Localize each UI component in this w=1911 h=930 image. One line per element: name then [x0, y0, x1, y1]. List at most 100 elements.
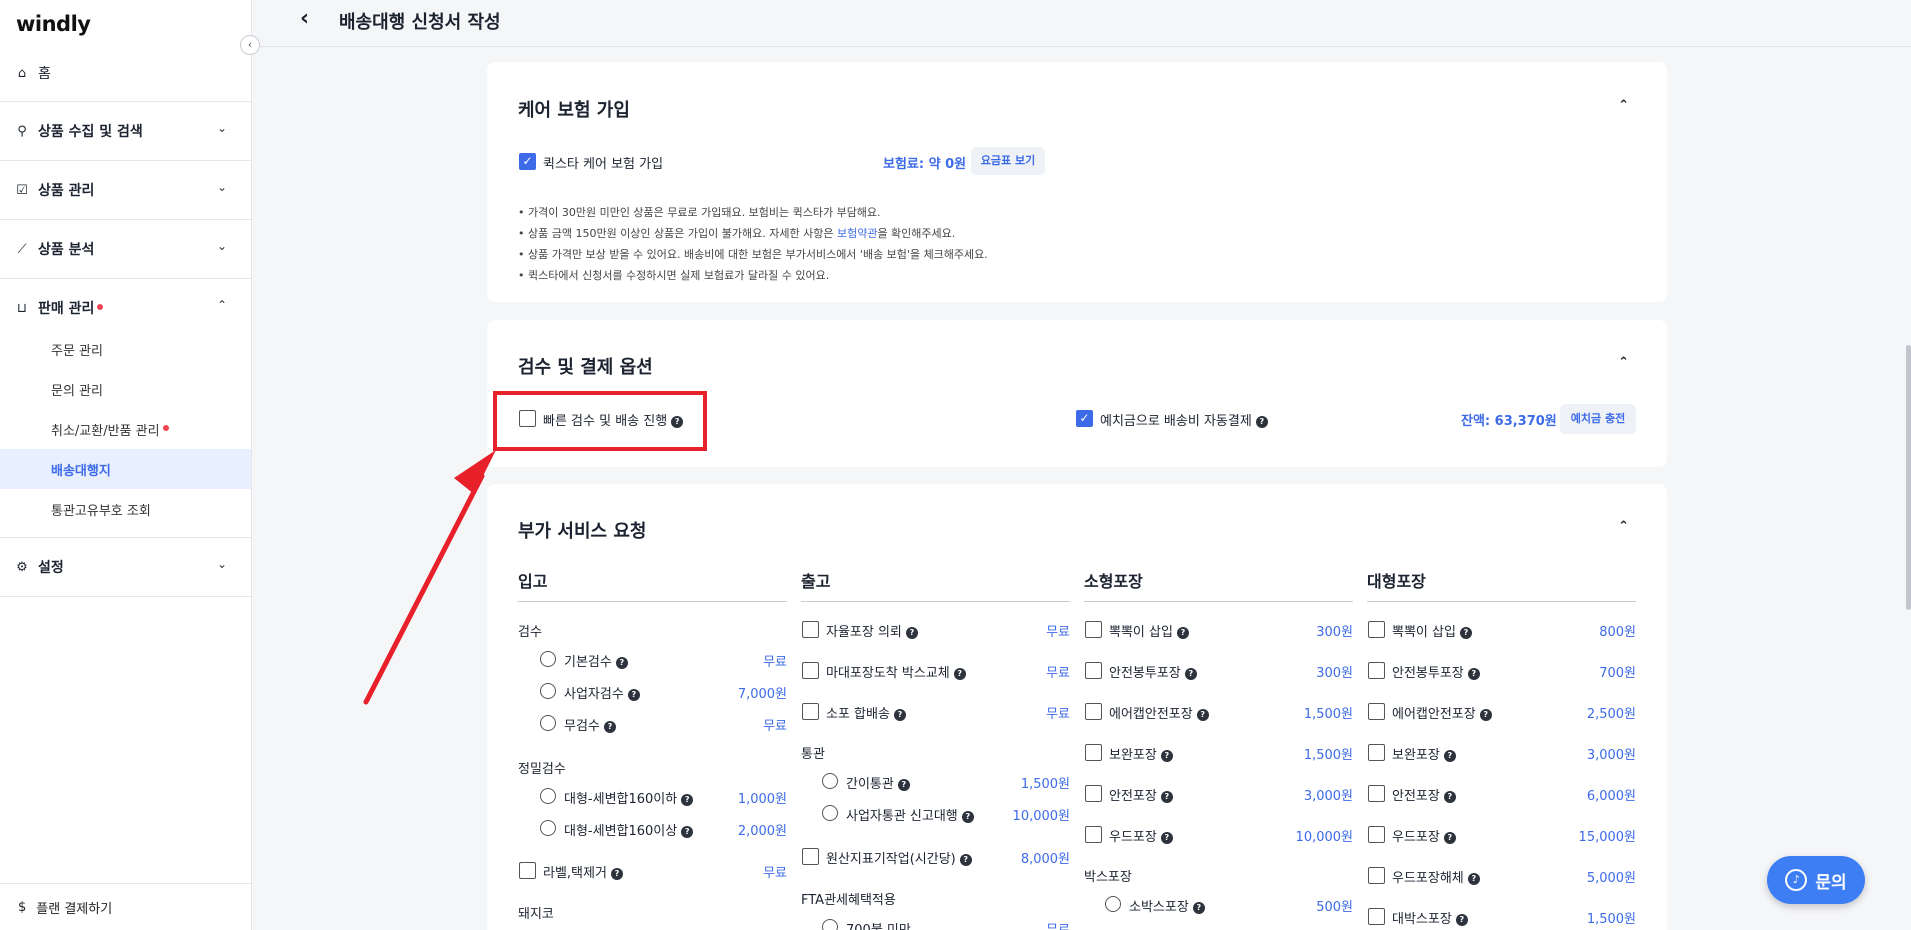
page-scrollbar[interactable]	[1906, 345, 1911, 610]
radio-basic-inspection[interactable]	[540, 651, 556, 667]
auto-pay-checkbox[interactable]: ✓	[1076, 410, 1093, 427]
checkbox-small-aircap[interactable]	[1085, 703, 1102, 720]
checkbox-large-aircap[interactable]	[1368, 703, 1385, 720]
option-text: 안전봉투포장	[1109, 666, 1181, 681]
help-icon[interactable]: ?	[1443, 831, 1456, 844]
radio-label: 기본검수?	[564, 651, 628, 670]
group-box-pack-label: 박스포장	[1084, 870, 1132, 885]
help-icon[interactable]: ?	[1160, 790, 1173, 803]
checkbox-small-reinforce[interactable]	[1085, 744, 1102, 761]
checkbox-box-replace[interactable]	[802, 662, 819, 679]
insurance-checkbox[interactable]: ✓	[519, 153, 536, 170]
option-price: 5,000원	[1586, 871, 1636, 886]
help-icon[interactable]: ?	[893, 708, 906, 721]
radio-small-box[interactable]	[1105, 896, 1121, 912]
insurance-terms-link[interactable]: 보험약관	[837, 227, 877, 240]
note-line: • 퀵스타에서 신청서를 수정하시면 실제 보험료가 달라질 수 있어요.	[518, 269, 830, 282]
sidebar-item-home[interactable]: ⌂ 홈	[0, 54, 251, 92]
sidebar-item-forwarding[interactable]: 배송대행지	[0, 449, 251, 489]
option-text: 기본검수	[564, 655, 612, 670]
radio-simple-customs[interactable]	[822, 773, 838, 789]
back-arrow-icon[interactable]: ‹	[300, 6, 309, 31]
checkbox-small-safe[interactable]	[1085, 785, 1102, 802]
checkbox-parcel-combine[interactable]	[802, 703, 819, 720]
checkbox-large-reinforce[interactable]	[1368, 744, 1385, 761]
help-icon[interactable]: ?	[1479, 708, 1492, 721]
help-icon[interactable]: ?	[1467, 667, 1480, 680]
radio-business-inspection[interactable]	[540, 683, 556, 699]
sidebar-item-label: 주문 관리	[51, 343, 103, 359]
help-icon[interactable]: ?	[1467, 872, 1480, 885]
checkbox-label-removal[interactable]	[519, 862, 536, 879]
option-price: 500원	[1316, 900, 1353, 915]
fee-table-button[interactable]: 요금표 보기	[971, 147, 1045, 175]
plan-payment-button[interactable]: $ 플랜 결제하기	[0, 883, 251, 930]
help-icon[interactable]: ?	[897, 778, 910, 791]
radio-no-inspection[interactable]	[540, 715, 556, 731]
checkbox-large-bubble[interactable]	[1368, 621, 1385, 638]
column-outbound-head: 출고	[801, 568, 1070, 602]
help-icon[interactable]: ?	[603, 720, 616, 733]
checkbox-small-wood[interactable]	[1085, 826, 1102, 843]
help-icon[interactable]: ?	[681, 825, 694, 838]
help-icon[interactable]: ?	[1255, 415, 1268, 428]
radio-business-customs[interactable]	[822, 805, 838, 821]
checkbox-label: 안전포장?	[1392, 785, 1456, 804]
collapse-sidebar-icon[interactable]: ‹	[240, 35, 260, 55]
help-icon[interactable]: ?	[1160, 831, 1173, 844]
chat-inquiry-button[interactable]: ♪ 문의	[1767, 856, 1865, 904]
help-icon[interactable]: ?	[1443, 790, 1456, 803]
checkbox-large-safe[interactable]	[1368, 785, 1385, 802]
option-text: 보완포장	[1109, 748, 1157, 763]
option-text: 보완포장	[1392, 748, 1440, 763]
checkbox-large-safe-envelope[interactable]	[1368, 662, 1385, 679]
help-icon[interactable]: ?	[1196, 708, 1209, 721]
help-icon[interactable]: ?	[681, 793, 694, 806]
page-header: ‹ 배송대행 신청서 작성	[252, 0, 1911, 47]
radio-large-under160[interactable]	[540, 788, 556, 804]
note-text: 을 확인해주세요.	[877, 227, 956, 240]
checkbox-small-bubble[interactable]	[1085, 621, 1102, 638]
sidebar-item-customs-code[interactable]: 통관고유부호 조회	[0, 489, 251, 529]
help-icon[interactable]: ?	[961, 810, 974, 823]
help-icon[interactable]: ?	[627, 688, 640, 701]
help-icon[interactable]: ?	[1443, 749, 1456, 762]
sidebar-item-inquiries[interactable]: 문의 관리	[0, 369, 251, 409]
sidebar-section-settings[interactable]: ⚙ 설정 ⌄	[0, 537, 251, 596]
sidebar-section-collect[interactable]: ⚲ 상품 수집 및 검색 ⌄	[0, 101, 251, 160]
help-icon[interactable]: ?	[959, 853, 972, 866]
help-icon[interactable]: ?	[1459, 626, 1472, 639]
checkbox-origin-marking[interactable]	[802, 848, 819, 865]
help-icon[interactable]: ?	[905, 626, 918, 639]
chevron-up-icon[interactable]: ⌃	[1618, 519, 1629, 534]
sidebar-item-returns[interactable]: 취소/교환/반품 관리	[0, 409, 251, 449]
help-icon[interactable]: ?	[1455, 913, 1468, 926]
help-icon[interactable]: ?	[610, 867, 623, 880]
option-text: 우드포장	[1392, 830, 1440, 845]
sidebar-section-products[interactable]: ☑ 상품 관리 ⌄	[0, 160, 251, 219]
checkbox-self-packing[interactable]	[802, 621, 819, 638]
deposit-charge-button[interactable]: 예치금 충전	[1560, 404, 1636, 434]
option-text: 안전봉투포장	[1392, 666, 1464, 681]
chevron-up-icon[interactable]: ⌃	[1618, 355, 1629, 370]
sidebar-item-label: 홈	[38, 66, 51, 82]
help-icon[interactable]: ?	[1176, 626, 1189, 639]
help-icon[interactable]: ?	[1160, 749, 1173, 762]
checkbox-large-wood-dismantle[interactable]	[1368, 867, 1385, 884]
checkbox-large-wood[interactable]	[1368, 826, 1385, 843]
windly-logo[interactable]: windly	[16, 12, 91, 36]
radio-large-over160[interactable]	[540, 820, 556, 836]
help-icon[interactable]: ?	[953, 667, 966, 680]
chevron-down-icon: ⌄	[216, 239, 227, 253]
chevron-down-icon: ⌄	[216, 557, 227, 571]
radio-under-700[interactable]	[822, 919, 838, 930]
sidebar-section-analysis[interactable]: ⟋ 상품 분석 ⌄	[0, 219, 251, 278]
help-icon[interactable]: ?	[1184, 667, 1197, 680]
help-icon[interactable]: ?	[615, 656, 628, 669]
checkbox-small-safe-envelope[interactable]	[1085, 662, 1102, 679]
help-icon[interactable]: ?	[1192, 901, 1205, 914]
sidebar-item-orders[interactable]: 주문 관리	[0, 329, 251, 369]
chevron-up-icon[interactable]: ⌃	[1618, 98, 1629, 113]
divider	[0, 596, 251, 597]
checkbox-large-box[interactable]	[1368, 908, 1385, 925]
